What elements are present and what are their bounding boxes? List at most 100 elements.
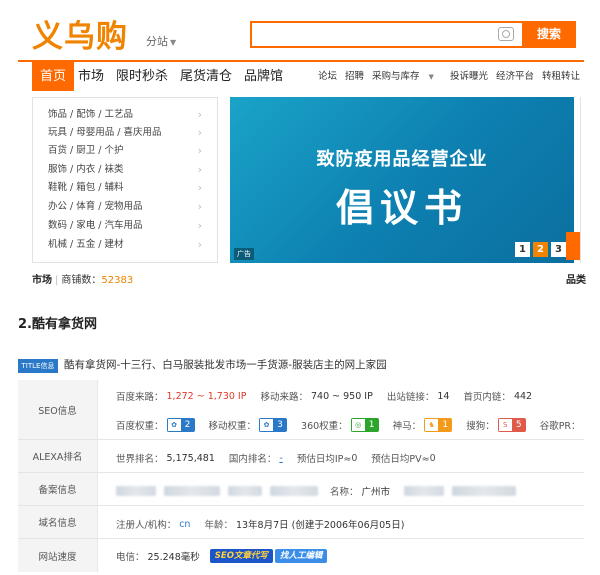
- paw-icon: ✿: [259, 418, 274, 432]
- shenma-badge[interactable]: ♞ 1: [424, 418, 453, 432]
- registrar-value[interactable]: cn: [179, 519, 190, 530]
- title-badge: TITLE信息: [18, 359, 58, 373]
- row-label: 网站速度: [18, 539, 98, 572]
- category-item[interactable]: 办公 / 体育 / 宠物用品 ›: [48, 198, 208, 216]
- seo-article-ad-tag[interactable]: SEO文章代写: [209, 549, 273, 563]
- promo-banner[interactable]: 致防疫用品经营企业 倡议书 广告 1 2 3: [230, 97, 574, 263]
- nav-home[interactable]: 首页: [32, 62, 74, 91]
- row-label: 备案信息: [18, 473, 98, 505]
- redacted-text: [164, 486, 220, 496]
- registrar-label: 注册人/机构：: [116, 520, 177, 531]
- banner-pager: 1 2 3: [515, 242, 566, 257]
- category-item[interactable]: 机械 / 五金 / 建材 ›: [48, 236, 208, 254]
- chevron-right-icon: ›: [197, 200, 202, 213]
- horse-icon: ♞: [424, 418, 439, 432]
- market-stats: 市场 | 商铺数：52383: [32, 275, 134, 286]
- shenma-value: 1: [438, 418, 453, 432]
- domain-line: 注册人/机构： cn 年龄： 13年8月7日 (创建于2006年06月05日): [116, 517, 418, 532]
- shop-count-label: 商铺数：: [61, 275, 102, 286]
- redacted-text: [116, 486, 156, 496]
- category-item[interactable]: 百货 / 厨卫 / 个护 ›: [48, 142, 208, 160]
- banner-page-button[interactable]: 3: [551, 242, 566, 257]
- market-label: 市场: [32, 275, 52, 286]
- chevron-right-icon: ›: [197, 238, 202, 251]
- site-logo[interactable]: 义乌购: [32, 11, 128, 56]
- baidu-weight-value: 2: [180, 418, 195, 432]
- traffic-line: 百度来路： 1,272 ~ 1,730 IP 移动来路： 740 ~ 950 IP …: [116, 389, 546, 404]
- yiwugou-site-screenshot: 义乌购 分站 ▼ 搜索 首页 市场 限时秒杀 尾货清仓 品牌馆 论坛 招聘 采购与…: [18, 0, 584, 296]
- search-input[interactable]: [250, 21, 522, 48]
- banner-title: 倡议书: [335, 186, 468, 230]
- banner-page-button[interactable]: 1: [515, 242, 530, 257]
- beian-name-label: 名称：: [330, 487, 359, 498]
- daily-pv-label: 预估日均PV≈: [371, 454, 430, 465]
- sogou-badge[interactable]: S5: [497, 418, 526, 432]
- category-item[interactable]: 服饰 / 内衣 / 袜类 ›: [48, 161, 208, 179]
- beian-row: 备案信息 名称： 广州市: [18, 473, 584, 506]
- baidu-source-value[interactable]: 1,272 ~ 1,730 IP: [167, 391, 247, 402]
- daily-pv-value: 0: [429, 452, 436, 464]
- banner-page-button[interactable]: 2: [533, 242, 548, 257]
- weight360-label: 360权重：: [301, 421, 348, 432]
- category-label: 饰品 / 配饰 / 工艺品: [48, 109, 133, 120]
- nav-brand-hall[interactable]: 品牌馆: [244, 62, 283, 91]
- category-item[interactable]: 数码 / 家电 / 汽车用品 ›: [48, 217, 208, 235]
- substation-dropdown[interactable]: 分站 ▼: [146, 33, 176, 49]
- mobile-weight-badge[interactable]: ✿ 3: [259, 418, 288, 432]
- nav-purchase-inventory[interactable]: 采购与库存 ▼: [372, 62, 442, 91]
- sogou-value: 5: [511, 418, 526, 432]
- category-label: 服饰 / 内衣 / 袜类: [48, 164, 124, 175]
- domain-age-value: 13年8月7日 (创建于2006年06月05日): [235, 520, 405, 531]
- weight360-value: 1: [364, 418, 379, 432]
- nav-main-links: 市场 限时秒杀 尾货清仓 品牌馆: [78, 62, 295, 91]
- row-label: ALEXA排名: [18, 440, 98, 472]
- mobile-weight-value: 3: [273, 418, 288, 432]
- side-tool-button[interactable]: [566, 232, 580, 260]
- chevron-right-icon: ›: [197, 181, 202, 194]
- redacted-text: [404, 486, 445, 496]
- category-item[interactable]: 饰品 / 配饰 / 工艺品 ›: [48, 106, 208, 124]
- nav-sublease[interactable]: 转租转让: [542, 62, 580, 91]
- redacted-text: [228, 486, 262, 496]
- mobile-weight-label: 移动权重：: [208, 421, 257, 432]
- banner-headline: 致防疫用品经营企业: [316, 149, 488, 170]
- nav-forum[interactable]: 论坛: [318, 62, 337, 91]
- nav-clearance[interactable]: 尾货清仓: [180, 62, 232, 91]
- nav-flash-sale[interactable]: 限时秒杀: [116, 62, 168, 91]
- telecom-value: 25.248毫秒: [147, 552, 200, 563]
- camera-icon[interactable]: [498, 27, 514, 41]
- baidu-weight-badge[interactable]: ✿ 2: [166, 418, 195, 432]
- weight360-badge[interactable]: ◎ 1: [350, 418, 379, 432]
- main-nav: 首页 市场 限时秒杀 尾货清仓 品牌馆 论坛 招聘 采购与库存 ▼ 投诉曝光 经济…: [18, 60, 584, 91]
- goods-label: 品类: [566, 275, 586, 286]
- ad-label: 广告: [234, 248, 254, 260]
- paw-icon: ✿: [166, 418, 181, 432]
- chevron-right-icon: ›: [197, 126, 202, 139]
- domestic-rank-value[interactable]: -: [279, 453, 282, 464]
- domestic-rank-label: 国内排名：: [228, 454, 277, 465]
- daily-ip-label: 预估日均IP≈: [296, 454, 352, 465]
- chevron-right-icon: ›: [197, 108, 202, 121]
- nav-economy-platform[interactable]: 经济平台: [496, 62, 534, 91]
- nav-complaints[interactable]: 投诉曝光: [450, 62, 488, 91]
- world-rank-label: 世界排名：: [116, 454, 164, 465]
- search-button[interactable]: 搜索: [522, 21, 576, 48]
- google-pr-label: 谷歌PR：: [539, 421, 581, 432]
- chevron-right-icon: ›: [197, 219, 202, 232]
- hire-editor-ad-tag[interactable]: 找人工编辑: [274, 549, 328, 563]
- nav-purchase-label: 采购与库存: [372, 71, 420, 82]
- redacted-text: [452, 486, 517, 496]
- inlinks-label: 首页内链：: [463, 392, 511, 403]
- category-label: 机械 / 五金 / 建材: [48, 239, 124, 250]
- nav-recruit[interactable]: 招聘: [345, 62, 364, 91]
- telecom-label: 电信：: [116, 552, 145, 563]
- category-item[interactable]: 鞋靴 / 箱包 / 辅料 ›: [48, 179, 208, 197]
- speed-row: 网站速度 电信： 25.248毫秒 SEO文章代写 找人工编辑: [18, 539, 584, 572]
- nav-market[interactable]: 市场: [78, 62, 104, 91]
- chevron-down-icon: ▼: [428, 73, 434, 81]
- daily-ip-value: 0: [351, 452, 358, 464]
- speed-line: 电信： 25.248毫秒 SEO文章代写 找人工编辑: [116, 549, 328, 563]
- sogou-label: 搜狗：: [466, 421, 495, 432]
- chevron-right-icon: ›: [197, 163, 202, 176]
- category-item[interactable]: 玩具 / 母婴用品 / 喜庆用品 ›: [48, 124, 208, 142]
